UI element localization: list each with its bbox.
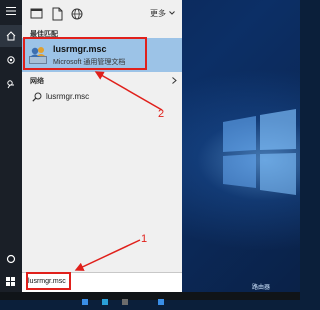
gear-icon	[7, 56, 15, 64]
more-filters-label[interactable]: 更多	[150, 8, 166, 19]
chevron-right-icon[interactable]	[172, 77, 177, 84]
chevron-down-icon[interactable]	[169, 11, 175, 15]
annotation-step-1: 1	[141, 233, 148, 245]
web-result-label: lusrmgr.msc	[46, 92, 90, 101]
search-input-annotation-box	[26, 272, 71, 290]
hamburger-icon	[6, 7, 16, 15]
feedback-icon	[7, 80, 14, 89]
home-button[interactable]	[0, 25, 22, 47]
annotation-step-2: 2	[158, 108, 165, 120]
document-filter-icon[interactable]	[50, 7, 64, 21]
start-button[interactable]	[0, 272, 22, 292]
web-section-label: 网络	[30, 78, 44, 85]
all-filter-icon[interactable]	[30, 7, 44, 21]
feedback-button[interactable]	[0, 73, 22, 95]
web-filter-icon[interactable]	[70, 7, 84, 21]
web-search-result[interactable]: lusrmgr.msc	[22, 88, 182, 106]
start-left-rail	[0, 0, 22, 272]
windows-logo-wallpaper	[223, 109, 296, 195]
search-icon	[32, 92, 42, 102]
filter-bar: 更多	[22, 0, 182, 28]
settings-button[interactable]	[0, 49, 22, 71]
hamburger-menu-button[interactable]	[0, 0, 22, 22]
windows-start-icon	[6, 277, 15, 286]
taskbar	[0, 292, 300, 305]
search-results-panel: 更多 最佳匹配 lusrmgr.msc Microsoft 通用管理文档 网络 …	[22, 0, 182, 272]
home-icon	[6, 31, 16, 41]
watermark-text: 路由器	[252, 285, 271, 291]
taskbar-icons	[82, 299, 164, 305]
best-match-annotation-box	[23, 37, 147, 70]
cortana-icon	[6, 254, 16, 264]
cortana-button[interactable]	[0, 248, 22, 270]
